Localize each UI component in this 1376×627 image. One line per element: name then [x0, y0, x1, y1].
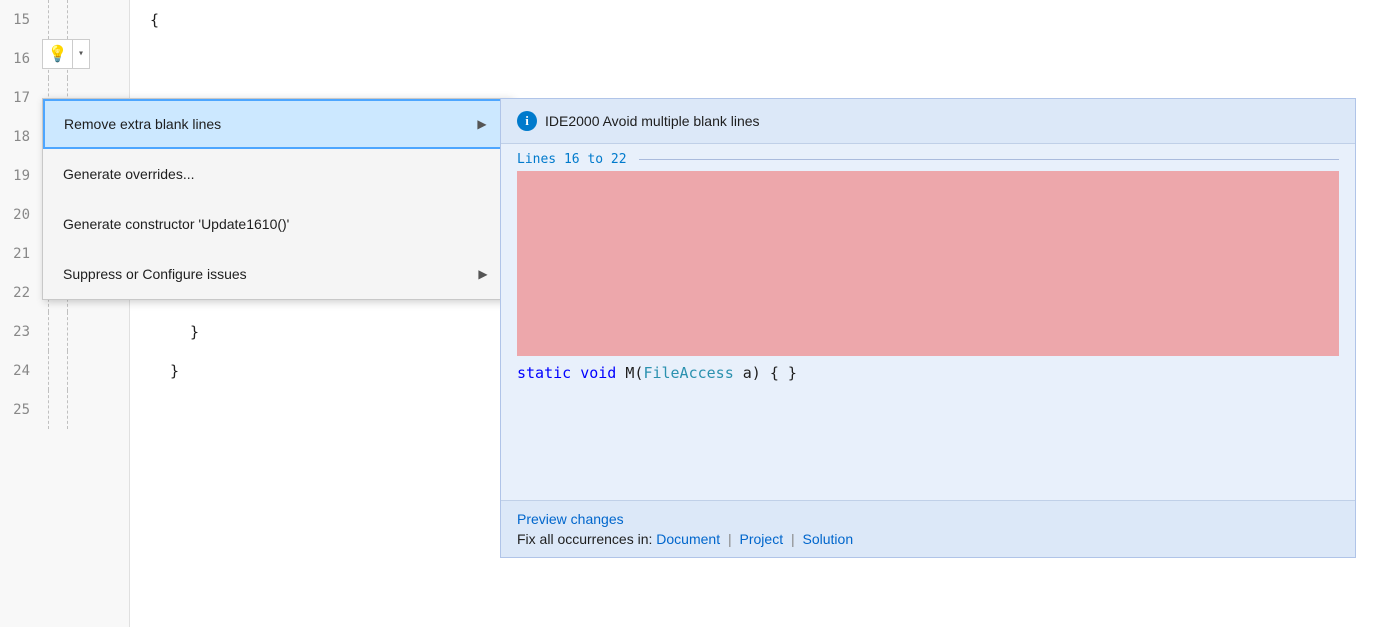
dropdown-arrow-icon: ▾ [78, 48, 84, 60]
line-15: 15 [0, 0, 129, 39]
line-24: 24 [0, 351, 129, 390]
code-line-15: { [130, 0, 1376, 39]
info-icon: i [517, 111, 537, 131]
preview-changes-link[interactable]: Preview changes [517, 511, 1339, 527]
menu-item-generate-constructor[interactable]: Generate constructor 'Update1610()' [43, 199, 511, 249]
menu-item-label: Generate constructor 'Update1610()' [63, 216, 491, 232]
indent-guide [48, 390, 49, 429]
line-23: 23 [0, 312, 129, 351]
menu-item-generate-overrides[interactable]: Generate overrides... [43, 149, 511, 199]
preview-header: i IDE2000 Avoid multiple blank lines [501, 99, 1355, 144]
preview-title: IDE2000 Avoid multiple blank lines [545, 113, 760, 129]
deleted-code-area [517, 171, 1339, 356]
menu-item-label: Suppress or Configure issues [63, 266, 475, 282]
indent-guide [67, 0, 68, 39]
indent-guide [67, 312, 68, 351]
fix-all-line: Fix all occurrences in: Document | Proje… [517, 531, 1339, 547]
lightbulb-widget[interactable]: 💡 ▾ [42, 39, 90, 69]
indent-guide [48, 0, 49, 39]
menu-item-label: Remove extra blank lines [64, 116, 474, 132]
preview-panel: i IDE2000 Avoid multiple blank lines Lin… [500, 98, 1356, 558]
lightbulb-button[interactable]: 💡 [42, 39, 72, 69]
menu-item-suppress-configure[interactable]: Suppress or Configure issues ▶ [43, 249, 511, 299]
range-separator [639, 159, 1339, 160]
fix-project-link[interactable]: Project [740, 531, 784, 547]
range-label: Lines 16 to 22 [517, 152, 627, 167]
preview-footer: Preview changes Fix all occurrences in: … [501, 500, 1355, 557]
indent-guide [67, 390, 68, 429]
context-menu: Remove extra blank lines ▶ Generate over… [42, 98, 512, 300]
lightbulb-icon: 💡 [48, 44, 68, 64]
code-line-16 [130, 39, 1376, 78]
preview-range: Lines 16 to 22 [501, 144, 1355, 171]
indent-guide [48, 351, 49, 390]
submenu-arrow-icon: ▶ [474, 117, 490, 131]
fix-all-prefix: Fix all occurrences in: [517, 531, 656, 547]
menu-item-label: Generate overrides... [63, 166, 491, 182]
fix-document-link[interactable]: Document [656, 531, 720, 547]
preview-code-line: static void M(FileAccess a) { } [501, 356, 1355, 390]
submenu-arrow-icon: ▶ [475, 267, 491, 281]
separator: | [728, 531, 736, 547]
fix-solution-link[interactable]: Solution [803, 531, 854, 547]
line-25: 25 [0, 390, 129, 429]
separator: | [791, 531, 799, 547]
indent-guide [67, 351, 68, 390]
line-number-gutter: 15 16 17 18 19 20 [0, 0, 130, 627]
lightbulb-dropdown-button[interactable]: ▾ [72, 39, 90, 69]
indent-guide [48, 312, 49, 351]
menu-item-remove-blank-lines[interactable]: Remove extra blank lines ▶ [43, 99, 511, 149]
